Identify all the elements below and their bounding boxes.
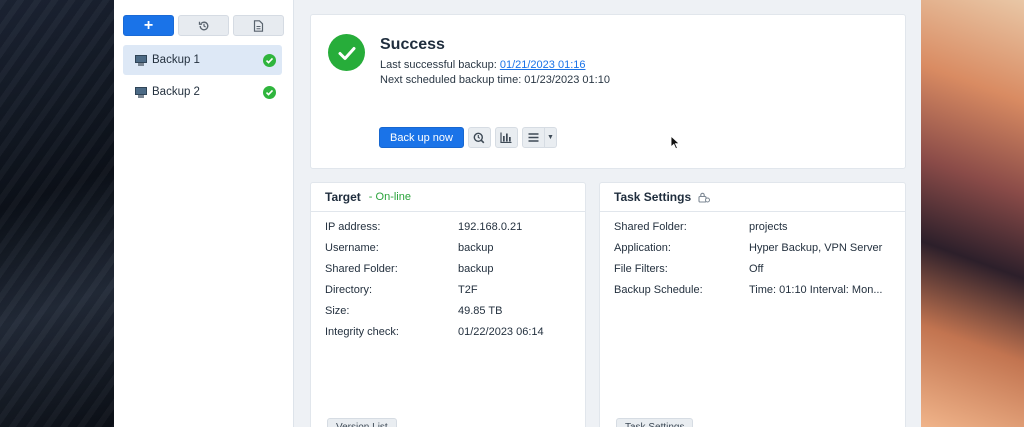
detail-row: Backup Schedule: Time: 01:10 Interval: Mo… (614, 279, 889, 300)
task-name: Backup 1 (152, 54, 200, 66)
last-backup-link[interactable]: 01/21/2023 01:16 (500, 59, 586, 71)
sidebar: + Backup 1 Backup 2 (114, 0, 294, 427)
detail-row: File Filters: Off (614, 258, 889, 279)
detail-key: Size: (325, 304, 350, 317)
success-status-icon (328, 34, 365, 71)
task-settings-header: Task Settings (600, 183, 905, 212)
integrity-check-icon (474, 132, 485, 143)
detail-value: projects (749, 220, 788, 233)
target-card: Target - On-line IP address: 192.168.0.21… (310, 182, 586, 427)
mouse-cursor-icon (670, 135, 680, 150)
last-backup-label: Last successful backup: (380, 59, 500, 71)
detail-row: Directory: T2F (325, 279, 544, 300)
detail-key: Username: (325, 241, 379, 254)
task-settings-button[interactable]: Task Settings (616, 418, 694, 427)
task-settings-details: Shared Folder: projects Application: Hyper… (614, 216, 889, 300)
task-item-backup-1[interactable]: Backup 1 (123, 45, 282, 75)
back-up-now-button[interactable]: Back up now (379, 127, 464, 148)
detail-key: IP address: (325, 220, 381, 233)
main-panel: Success Last successful backup: 01/21/20… (294, 0, 921, 427)
detail-row: Integrity check: 01/22/2023 06:14 (325, 321, 544, 342)
detail-key: File Filters: (614, 262, 668, 275)
detail-value: Time: 01:10 Interval: Mon... (749, 283, 883, 296)
detail-key: Shared Folder: (614, 220, 687, 233)
desktop-wallpaper-left (0, 0, 114, 427)
detail-row: Shared Folder: projects (614, 216, 889, 237)
status-title: Success (380, 36, 445, 53)
detail-row: Application: Hyper Backup, VPN Server (614, 237, 889, 258)
detail-key: Backup Schedule: (614, 283, 703, 296)
detail-row: Size: 49.85 TB (325, 300, 544, 321)
integrity-check-button[interactable] (467, 127, 491, 148)
history-icon (198, 21, 208, 30)
target-details: IP address: 192.168.0.21 Username: backup … (325, 216, 544, 342)
target-online-status: - On-line (368, 191, 411, 203)
plus-icon: + (143, 16, 154, 34)
restore-button[interactable] (178, 15, 229, 36)
detail-value: backup (458, 262, 494, 275)
document-icon (253, 19, 264, 32)
sidebar-toolbar: + (123, 15, 284, 36)
target-title: Target (325, 190, 361, 204)
create-button[interactable]: + (123, 15, 174, 36)
detail-key: Shared Folder: (325, 262, 398, 275)
lock-icon (698, 192, 711, 203)
detail-value: 01/22/2023 06:14 (458, 325, 544, 338)
detail-value: 192.168.0.21 (458, 220, 523, 233)
computer-icon (135, 54, 147, 66)
next-backup-text: Next scheduled backup time: 01/23/2023 0… (380, 74, 610, 86)
detail-row: Username: backup (325, 237, 544, 258)
task-item-backup-2[interactable]: Backup 2 (123, 77, 282, 107)
success-check-icon (263, 85, 276, 99)
last-backup-line: Last successful backup: 01/21/2023 01:16 (380, 59, 585, 71)
task-name: Backup 2 (152, 86, 200, 98)
detail-row: IP address: 192.168.0.21 (325, 216, 544, 237)
statistics-button[interactable] (494, 127, 518, 148)
log-button[interactable] (233, 15, 284, 36)
action-row: Back up now ▼ (379, 127, 557, 148)
hyper-backup-window: + Backup 1 Backup 2 Success Last success… (114, 0, 921, 427)
target-header: Target - On-line (311, 183, 585, 212)
detail-value: 49.85 TB (458, 304, 503, 317)
detail-value: T2F (458, 283, 478, 296)
chevron-down-icon[interactable]: ▼ (544, 127, 557, 148)
detail-value: backup (458, 241, 494, 254)
detail-key: Directory: (325, 283, 373, 296)
detail-key: Application: (614, 241, 671, 254)
task-settings-card: Task Settings Shared Folder: projects App… (599, 182, 906, 427)
statistics-icon (500, 132, 512, 143)
detail-value: Off (749, 262, 764, 275)
backup-task-list: Backup 1 Backup 2 (123, 45, 282, 109)
menu-icon (528, 133, 539, 142)
detail-row: Shared Folder: backup (325, 258, 544, 279)
version-list-button[interactable]: Version List (327, 418, 397, 427)
menu-button[interactable] (521, 127, 545, 148)
status-card: Success Last successful backup: 01/21/20… (310, 14, 906, 169)
detail-key: Integrity check: (325, 325, 399, 338)
task-settings-title: Task Settings (614, 190, 692, 204)
desktop-wallpaper-right (921, 0, 1024, 427)
success-check-icon (263, 53, 276, 67)
detail-value: Hyper Backup, VPN Server (749, 241, 883, 254)
computer-icon (135, 86, 147, 98)
more-actions-dropdown[interactable]: ▼ (521, 127, 557, 148)
